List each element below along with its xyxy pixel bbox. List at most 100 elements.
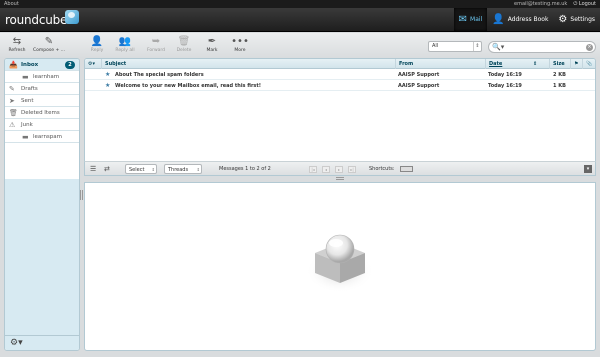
attachment-column-icon[interactable]: 📎 <box>582 59 592 69</box>
folder-list-background <box>5 179 79 339</box>
folder-icon: ▬ <box>22 133 29 141</box>
column-date[interactable]: Date <box>485 59 502 69</box>
updown-arrow-icon: ⇕ <box>196 167 200 172</box>
message-count: Messages 1 to 2 of 2 <box>219 166 271 172</box>
filter-value: All <box>432 43 439 49</box>
logout-label: Logout <box>578 1 596 7</box>
folder-junk[interactable]: ⚠ Junk <box>5 119 79 131</box>
flag-column-icon[interactable]: ⚑ <box>570 59 578 69</box>
more-dots-icon: ••• <box>231 36 249 47</box>
star-icon[interactable]: ★ <box>105 70 110 80</box>
gear-icon: ⚙ <box>558 13 568 25</box>
first-page-icon[interactable]: |◂ <box>309 166 317 173</box>
message-subject: Welcome to your new Mailbox email, read … <box>115 83 262 89</box>
message-size: 1 KB <box>553 83 566 89</box>
unread-count-badge: 2 <box>65 61 75 69</box>
table-row[interactable]: ★ Welcome to your new Mailbox email, rea… <box>85 81 595 91</box>
forward-icon: ➥ <box>151 36 161 47</box>
threads-toggle-icon[interactable]: ⇄ <box>104 164 110 174</box>
folder-label: Deleted Items <box>21 110 60 116</box>
star-icon[interactable]: ★ <box>105 81 110 91</box>
folder-icon: ▬ <box>22 73 29 81</box>
column-subject[interactable]: Subject <box>101 59 126 69</box>
trash-icon: 🗑 <box>9 109 18 117</box>
mark-label: Mark <box>206 48 218 53</box>
vertical-splitter-handle[interactable] <box>80 190 83 200</box>
list-footer: ☰ ⇄ Select ⇕ Threads ⇕ Messages 1 to 2 o… <box>84 161 596 176</box>
more-label: More <box>234 48 246 53</box>
threads-label: Threads <box>168 167 189 173</box>
folder-learnspam[interactable]: ▬ learnspam <box>5 131 79 143</box>
last-page-icon[interactable]: ▸| <box>348 166 356 173</box>
logo[interactable]: roundcube <box>5 10 80 29</box>
delete-label: Delete <box>176 48 192 53</box>
filter-select[interactable]: All ⇕ <box>428 41 482 52</box>
junk-icon: ⚠ <box>9 121 16 129</box>
reply-all-label: Reply all <box>115 48 135 53</box>
folder-sent[interactable]: ➤ Sent <box>5 95 79 107</box>
message-subject: About The special spam folders <box>115 72 204 78</box>
next-page-icon[interactable]: ▸ <box>335 166 343 173</box>
folder-label: learnham <box>33 74 60 80</box>
more-button[interactable]: ••• More <box>227 35 253 53</box>
shortcuts-label: Shortcuts: <box>369 166 395 172</box>
compose-button[interactable]: ✎ Compose + ... <box>32 35 66 53</box>
folder-deleted-items[interactable]: 🗑 Deleted Items <box>5 107 79 119</box>
list-options-gear-icon[interactable]: ⚙▾ <box>88 59 95 69</box>
column-from[interactable]: From <box>395 59 413 69</box>
mark-pen-icon: ✒ <box>207 36 217 47</box>
search-input[interactable] <box>504 43 582 51</box>
prev-page-icon[interactable]: ◂ <box>322 166 330 173</box>
forward-button[interactable]: ➥ Forward <box>143 35 169 53</box>
trash-icon: 🗑 <box>177 36 191 47</box>
message-from: AAISP Support <box>398 72 440 78</box>
reply-all-button[interactable]: 👥 Reply all <box>112 35 138 53</box>
refresh-button[interactable]: ⇆ Refresh <box>4 35 30 53</box>
envelope-icon: ✉ <box>458 13 468 25</box>
table-row[interactable]: ★ About The special spam folders AAISP S… <box>85 70 595 80</box>
folder-label: Junk <box>21 122 33 128</box>
inbox-icon: 📥 <box>9 61 18 69</box>
collapse-preview-icon[interactable]: ▾ <box>584 165 592 173</box>
select-label: Select <box>129 167 145 173</box>
column-size[interactable]: Size <box>549 59 565 69</box>
select-dropdown[interactable]: Select ⇕ <box>125 164 157 174</box>
folder-drafts[interactable]: ✎ Drafts <box>5 83 79 95</box>
top-bar: About email@testing.me.uk ⏻ Logout <box>0 0 600 8</box>
search-icon: 🔍▾ <box>492 43 505 51</box>
folder-actions-gear-icon[interactable]: ⚙▾ <box>10 338 23 349</box>
folder-footer: ⚙▾ <box>5 335 79 350</box>
task-address-book[interactable]: 👤 Address Book <box>487 8 553 31</box>
message-from: AAISP Support <box>398 83 440 89</box>
folder-inbox[interactable]: 📥 Inbox 2 <box>5 59 79 71</box>
compose-icon: ✎ <box>44 36 54 47</box>
folder-list: 📥 Inbox 2 ▬ learnham ✎ Drafts ➤ Sent 🗑 D… <box>4 58 80 351</box>
folder-learnham[interactable]: ▬ learnham <box>5 71 79 83</box>
delete-button[interactable]: 🗑 Delete <box>171 35 197 53</box>
cube-logo-icon <box>65 10 80 24</box>
reply-button[interactable]: 👤 Reply <box>84 35 110 53</box>
keyboard-icon[interactable] <box>400 166 413 172</box>
forward-label: Forward <box>146 48 166 53</box>
person-icon: 👤 <box>492 13 505 25</box>
compose-label: Compose + ... <box>33 48 65 53</box>
task-mail-label: Mail <box>470 16 483 23</box>
about-link[interactable]: About <box>4 0 19 8</box>
reply-all-icon: 👥 <box>118 36 132 47</box>
list-view-icon[interactable]: ☰ <box>90 164 96 174</box>
logout-link[interactable]: ⏻ Logout <box>573 0 596 8</box>
task-mail[interactable]: ✉ Mail <box>453 8 488 31</box>
mark-button[interactable]: ✒ Mark <box>199 35 225 53</box>
clear-search-icon[interactable]: × <box>586 43 593 51</box>
sort-icon: ⇕ <box>533 61 538 67</box>
reply-icon: 👤 <box>90 36 104 47</box>
brand-name: roundcube <box>5 13 68 27</box>
search-box[interactable]: 🔍▾ × <box>488 41 596 53</box>
updown-arrow-icon: ⇕ <box>151 167 155 172</box>
message-list: ⚙▾ Subject From Date ⇕ Size ⚑ 📎 ★ About … <box>84 58 596 176</box>
message-date: Today 16:19 <box>488 83 522 89</box>
message-date: Today 16:19 <box>488 72 522 78</box>
task-settings[interactable]: ⚙ Settings <box>553 8 600 31</box>
taskbar: ✉ Mail 👤 Address Book ⚙ Settings <box>453 8 600 31</box>
threads-dropdown[interactable]: Threads ⇕ <box>164 164 202 174</box>
